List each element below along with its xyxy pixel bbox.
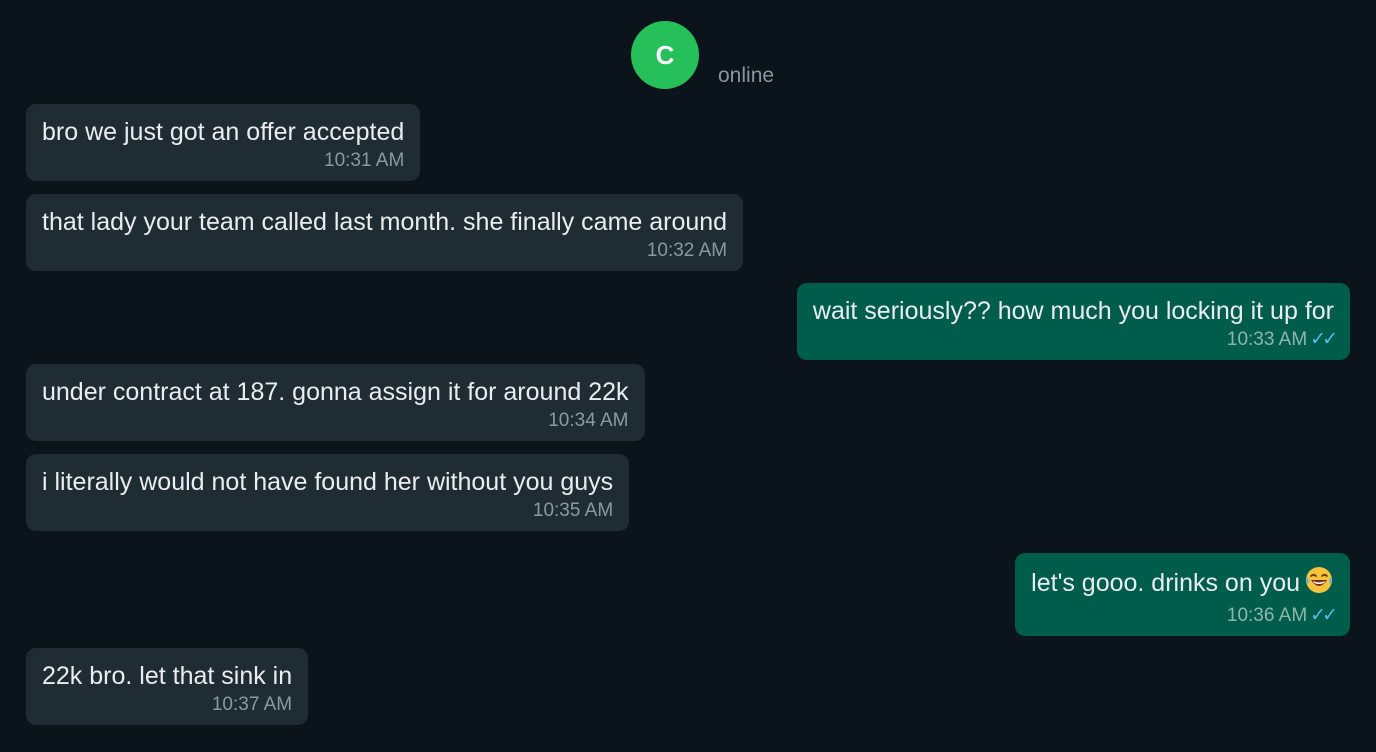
message-time: 10:35 AM [532, 500, 614, 521]
message-bubble-outgoing[interactable]: wait seriously?? how much you locking it… [796, 283, 1350, 360]
message-time: 10:36 AM [1226, 605, 1308, 626]
chat-window: C online bro we just got an offer accept… [0, 0, 1376, 752]
message-time: 10:32 AM [646, 240, 728, 261]
message-time: 10:31 AM [324, 150, 405, 171]
message-time: 10:33 AM [1226, 329, 1308, 350]
message-meta: 10:34 AM [42, 410, 629, 432]
contact-avatar[interactable]: C [631, 21, 699, 89]
message-text: 22k bro. let that sink in [42, 662, 293, 690]
message-bubble-incoming[interactable]: 22k bro. let that sink in 10:37 AM [26, 648, 309, 725]
message-meta: 10:37 AM [42, 694, 292, 716]
contact-status: online [718, 64, 775, 87]
message-text-row: let's gooo. drinks on you [1031, 565, 1334, 603]
message-text: bro we just got an offer accepted [42, 118, 405, 146]
read-receipt-icon: ✓✓ [1310, 605, 1338, 626]
message-bubble-outgoing[interactable]: let's gooo. drinks on you 10:36 AM ✓✓ [1015, 553, 1350, 636]
message-bubble-incoming[interactable]: i literally would not have found her wit… [26, 454, 630, 531]
message-meta: 10:35 AM [42, 500, 613, 522]
read-receipt-icon: ✓✓ [1310, 329, 1338, 350]
message-text: under contract at 187. gonna assign it f… [42, 378, 629, 406]
message-text: i literally would not have found her wit… [42, 468, 614, 496]
message-text: let's gooo. drinks on you [1031, 569, 1300, 597]
face-with-tears-of-joy-icon [1304, 565, 1334, 603]
message-meta: 10:31 AM [42, 150, 404, 172]
message-bubble-incoming[interactable]: that lady your team called last month. s… [26, 194, 744, 271]
message-meta: 10:36 AM ✓✓ [1031, 605, 1338, 627]
message-text: wait seriously?? how much you locking it… [812, 297, 1334, 325]
message-time: 10:37 AM [211, 694, 293, 715]
message-meta: 10:32 AM [42, 240, 727, 262]
message-bubble-incoming[interactable]: under contract at 187. gonna assign it f… [26, 364, 645, 441]
message-text: that lady your team called last month. s… [42, 208, 728, 236]
avatar-letter: C [655, 39, 675, 70]
message-time: 10:34 AM [548, 410, 629, 431]
message-bubble-incoming[interactable]: bro we just got an offer accepted 10:31 … [26, 104, 421, 181]
message-meta: 10:33 AM ✓✓ [813, 329, 1338, 351]
chat-header: C online [0, 0, 1376, 100]
